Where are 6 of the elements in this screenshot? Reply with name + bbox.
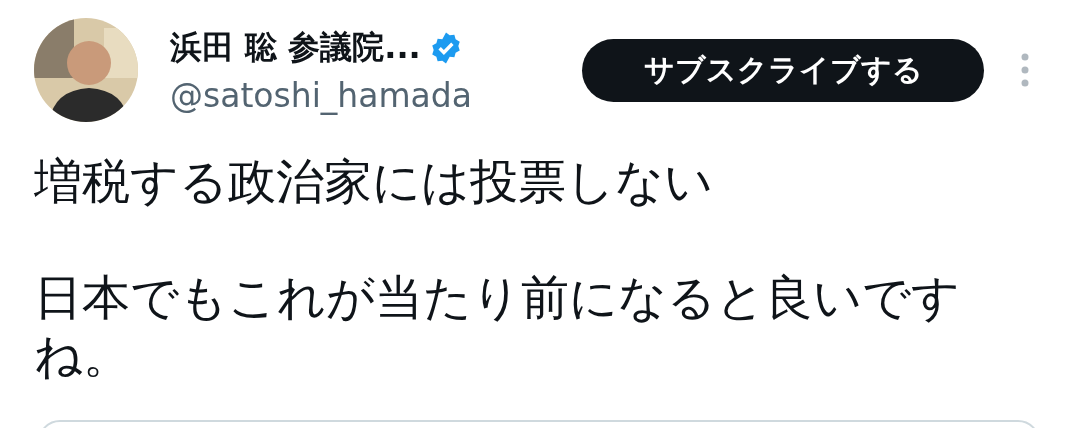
subscribe-button[interactable]: サブスクライブする bbox=[582, 38, 984, 102]
user-handle[interactable]: @satoshi_hamada bbox=[170, 75, 550, 115]
tweet-text: 増税する政治家には投票しない bbox=[34, 152, 714, 210]
tweet-text: 日本でもこれが当たり前になると良いですね。 bbox=[34, 268, 961, 384]
more-options-icon[interactable] bbox=[1020, 53, 1030, 87]
user-name[interactable]: 浜田 聡 参議院... bbox=[170, 25, 421, 70]
